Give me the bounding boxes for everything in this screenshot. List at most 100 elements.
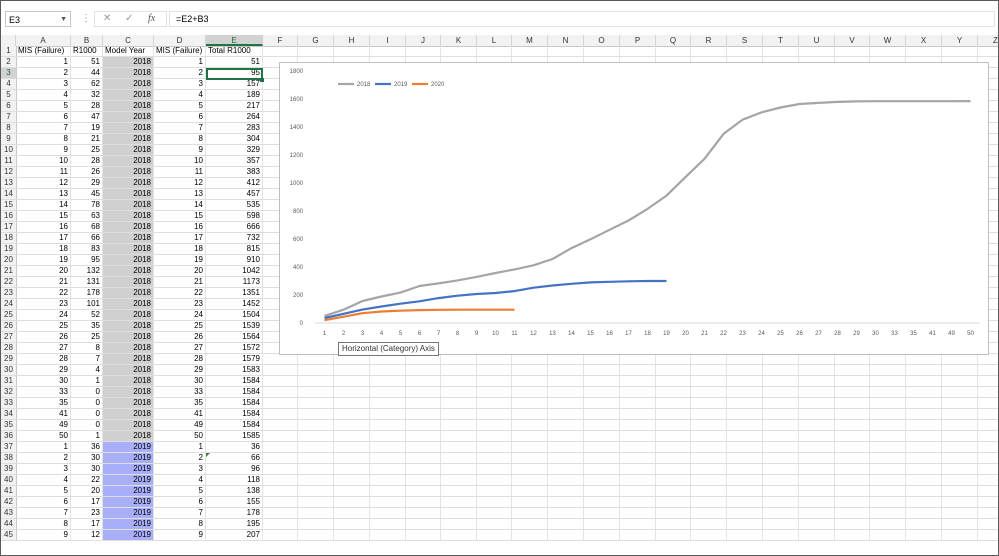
cell-z36[interactable]: [978, 431, 998, 441]
cell-b1[interactable]: R1000: [71, 46, 103, 56]
select-all-corner[interactable]: [1, 35, 16, 46]
cell-r33[interactable]: [691, 398, 727, 408]
cell-u45[interactable]: [799, 530, 835, 540]
cell-e6[interactable]: 217: [206, 101, 263, 111]
cell-v39[interactable]: [835, 464, 870, 474]
cell-h42[interactable]: [334, 497, 370, 507]
cell-v40[interactable]: [835, 475, 870, 485]
column-header-u[interactable]: U: [799, 35, 835, 46]
cell-u1[interactable]: [799, 46, 835, 56]
cell-i37[interactable]: [370, 442, 406, 452]
cell-s44[interactable]: [727, 519, 763, 529]
cell-i38[interactable]: [370, 453, 406, 463]
row-header[interactable]: 18: [1, 233, 17, 243]
cell-a34[interactable]: 41: [16, 409, 71, 419]
cell-a3[interactable]: 2: [16, 68, 71, 78]
cell-y39[interactable]: [942, 464, 978, 474]
cell-b20[interactable]: 95: [71, 255, 103, 265]
cell-j35[interactable]: [406, 420, 441, 430]
row-header[interactable]: 19: [1, 244, 17, 254]
cell-e20[interactable]: 910: [206, 255, 263, 265]
cell-a40[interactable]: 4: [16, 475, 71, 485]
cell-a18[interactable]: 17: [16, 233, 71, 243]
cell-f35[interactable]: [263, 420, 298, 430]
cell-a44[interactable]: 8: [16, 519, 71, 529]
cell-k32[interactable]: [441, 387, 477, 397]
cell-x31[interactable]: [906, 376, 942, 386]
cell-i32[interactable]: [370, 387, 406, 397]
cell-p34[interactable]: [620, 409, 656, 419]
cell-c1[interactable]: Model Year: [103, 46, 154, 56]
cell-s32[interactable]: [727, 387, 763, 397]
row-header[interactable]: 40: [1, 475, 17, 485]
cell-k35[interactable]: [441, 420, 477, 430]
cancel-icon[interactable]: ✕: [103, 13, 111, 24]
cell-n38[interactable]: [548, 453, 584, 463]
cell-b2[interactable]: 51: [71, 57, 103, 67]
cell-b7[interactable]: 47: [71, 112, 103, 122]
cell-t35[interactable]: [763, 420, 799, 430]
cell-s37[interactable]: [727, 442, 763, 452]
cell-c10[interactable]: 2018: [103, 145, 154, 155]
cell-p41[interactable]: [620, 486, 656, 496]
column-header-r[interactable]: R: [691, 35, 727, 46]
cell-c11[interactable]: 2018: [103, 156, 154, 166]
cell-y42[interactable]: [942, 497, 978, 507]
cell-m41[interactable]: [512, 486, 548, 496]
column-header-p[interactable]: P: [620, 35, 656, 46]
cell-n34[interactable]: [548, 409, 584, 419]
cell-b11[interactable]: 28: [71, 156, 103, 166]
cell-e42[interactable]: 155: [206, 497, 263, 507]
cell-h31[interactable]: [334, 376, 370, 386]
cell-r1[interactable]: [691, 46, 727, 56]
cell-q1[interactable]: [656, 46, 691, 56]
cell-z40[interactable]: [978, 475, 998, 485]
cell-h36[interactable]: [334, 431, 370, 441]
cell-c5[interactable]: 2018: [103, 90, 154, 100]
cell-h41[interactable]: [334, 486, 370, 496]
cell-l37[interactable]: [477, 442, 512, 452]
row-header[interactable]: 36: [1, 431, 17, 441]
cell-a23[interactable]: 22: [16, 288, 71, 298]
cell-i31[interactable]: [370, 376, 406, 386]
row-header[interactable]: 41: [1, 486, 17, 496]
cell-g36[interactable]: [298, 431, 334, 441]
name-box[interactable]: E3 ▼: [5, 11, 71, 27]
cell-l41[interactable]: [477, 486, 512, 496]
cell-m38[interactable]: [512, 453, 548, 463]
cell-y1[interactable]: [942, 46, 978, 56]
cell-b45[interactable]: 12: [71, 530, 103, 540]
column-header-a[interactable]: A: [16, 35, 71, 46]
cell-f42[interactable]: [263, 497, 298, 507]
cell-m32[interactable]: [512, 387, 548, 397]
column-header-m[interactable]: M: [512, 35, 548, 46]
cell-s1[interactable]: [727, 46, 763, 56]
cell-f31[interactable]: [263, 376, 298, 386]
cell-c13[interactable]: 2018: [103, 178, 154, 188]
cell-o39[interactable]: [584, 464, 620, 474]
cell-b24[interactable]: 101: [71, 299, 103, 309]
cell-d16[interactable]: 15: [154, 211, 206, 221]
row-header[interactable]: 6: [1, 101, 17, 111]
cell-u39[interactable]: [799, 464, 835, 474]
cell-d28[interactable]: 27: [154, 343, 206, 353]
cell-c41[interactable]: 2019: [103, 486, 154, 496]
cell-g1[interactable]: [298, 46, 334, 56]
cell-a24[interactable]: 23: [16, 299, 71, 309]
cell-d7[interactable]: 6: [154, 112, 206, 122]
cell-c45[interactable]: 2019: [103, 530, 154, 540]
cell-w41[interactable]: [870, 486, 906, 496]
cell-c43[interactable]: 2019: [103, 508, 154, 518]
cell-d41[interactable]: 5: [154, 486, 206, 496]
cell-k30[interactable]: [441, 365, 477, 375]
cell-c12[interactable]: 2018: [103, 167, 154, 177]
cell-l34[interactable]: [477, 409, 512, 419]
cell-b17[interactable]: 68: [71, 222, 103, 232]
cell-q31[interactable]: [656, 376, 691, 386]
cell-j30[interactable]: [406, 365, 441, 375]
cell-c4[interactable]: 2018: [103, 79, 154, 89]
row-header[interactable]: 5: [1, 90, 17, 100]
cell-e37[interactable]: 36: [206, 442, 263, 452]
cell-c2[interactable]: 2018: [103, 57, 154, 67]
cell-a16[interactable]: 15: [16, 211, 71, 221]
